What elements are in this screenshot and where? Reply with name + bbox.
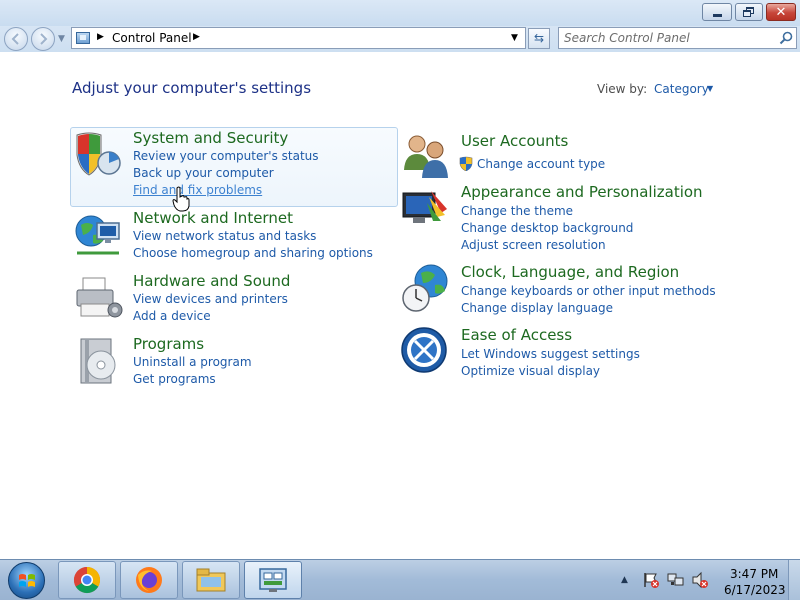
restore-icon bbox=[743, 7, 755, 17]
taskbar-clock-time[interactable]: 3:47 PM bbox=[730, 567, 778, 581]
firefox-icon bbox=[136, 567, 162, 593]
control-panel-icon bbox=[76, 32, 90, 44]
taskbar-firefox-button[interactable] bbox=[120, 561, 178, 599]
close-button[interactable]: ✕ bbox=[766, 3, 796, 21]
chrome-icon bbox=[73, 566, 101, 594]
link-change-desktop-background[interactable]: Change desktop background bbox=[461, 221, 633, 235]
breadcrumb-chevron-icon[interactable]: ▶ bbox=[97, 32, 104, 42]
clock-globe-icon[interactable] bbox=[401, 263, 453, 315]
forward-arrow-icon bbox=[40, 33, 48, 45]
minimize-button[interactable] bbox=[702, 3, 732, 21]
taskbar-control-panel-button[interactable] bbox=[244, 561, 302, 599]
breadcrumb-control-panel[interactable]: Control Panel bbox=[112, 31, 192, 45]
breadcrumb-chevron-icon[interactable]: ▶ bbox=[193, 32, 200, 42]
link-adjust-screen-resolution[interactable]: Adjust screen resolution bbox=[461, 238, 606, 252]
link-let-windows-suggest-settings[interactable]: Let Windows suggest settings bbox=[461, 347, 640, 361]
search-input[interactable] bbox=[564, 30, 774, 46]
monitor-paint-icon[interactable] bbox=[401, 183, 453, 235]
recent-pages-dropdown[interactable]: ▼ bbox=[58, 34, 65, 44]
link-change-display-language[interactable]: Change display language bbox=[461, 301, 613, 315]
link-change-keyboards-input-methods[interactable]: Change keyboards or other input methods bbox=[461, 284, 716, 298]
back-button[interactable] bbox=[4, 27, 28, 51]
link-view-devices-printers[interactable]: View devices and printers bbox=[133, 292, 288, 306]
link-change-account-type[interactable]: Change account type bbox=[477, 157, 605, 171]
link-change-the-theme[interactable]: Change the theme bbox=[461, 204, 573, 218]
address-dropdown-icon[interactable]: ▼ bbox=[511, 33, 518, 43]
action-center-icon[interactable] bbox=[642, 571, 660, 589]
network-icon[interactable] bbox=[667, 571, 685, 589]
search-icon[interactable] bbox=[778, 30, 794, 46]
maximize-button[interactable] bbox=[735, 3, 763, 21]
minimize-icon bbox=[712, 13, 722, 17]
file-explorer-icon bbox=[196, 568, 226, 592]
link-homegroup-sharing-options[interactable]: Choose homegroup and sharing options bbox=[133, 246, 373, 260]
category-title-network-and-internet[interactable]: Network and Internet bbox=[133, 209, 293, 227]
link-view-network-status[interactable]: View network status and tasks bbox=[133, 229, 316, 243]
link-optimize-visual-display[interactable]: Optimize visual display bbox=[461, 364, 600, 378]
link-review-computer-status[interactable]: Review your computer's status bbox=[133, 149, 319, 163]
windows-logo-icon bbox=[19, 574, 35, 587]
view-by-label: View by: bbox=[597, 82, 648, 96]
taskbar-chrome-button[interactable] bbox=[58, 561, 116, 599]
chevron-down-icon[interactable]: ▼ bbox=[707, 84, 713, 93]
navigation-bar: ▼ ▶ Control Panel ▶ ▼ ⇆ bbox=[0, 26, 800, 52]
view-by-dropdown[interactable]: Category bbox=[654, 82, 709, 96]
window-title-bar: ✕ bbox=[0, 0, 800, 26]
show-desktop-button[interactable] bbox=[788, 560, 800, 600]
link-find-and-fix-problems[interactable]: Find and fix problems bbox=[133, 183, 262, 197]
category-title-programs[interactable]: Programs bbox=[133, 335, 204, 353]
uac-shield-icon bbox=[459, 156, 473, 171]
link-uninstall-a-program[interactable]: Uninstall a program bbox=[133, 355, 252, 369]
volume-muted-icon[interactable] bbox=[691, 571, 709, 589]
category-title-user-accounts[interactable]: User Accounts bbox=[461, 132, 568, 150]
users-icon[interactable] bbox=[401, 132, 453, 184]
search-box[interactable] bbox=[558, 27, 797, 49]
category-title-system-and-security[interactable]: System and Security bbox=[133, 129, 288, 147]
hand-cursor-icon bbox=[172, 186, 190, 212]
back-arrow-icon bbox=[11, 33, 19, 45]
category-title-ease-of-access[interactable]: Ease of Access bbox=[461, 326, 572, 344]
refresh-icon: ⇆ bbox=[533, 31, 545, 45]
shield-icon[interactable] bbox=[73, 129, 125, 181]
printer-icon[interactable] bbox=[73, 272, 125, 324]
programs-disc-icon[interactable] bbox=[73, 335, 125, 387]
taskbar: ▲ 3:47 PM 6/17/2023 bbox=[0, 559, 800, 600]
link-add-a-device[interactable]: Add a device bbox=[133, 309, 211, 323]
link-back-up-computer[interactable]: Back up your computer bbox=[133, 166, 274, 180]
control-panel-icon bbox=[259, 568, 287, 592]
address-bar[interactable]: ▶ Control Panel ▶ ▼ bbox=[71, 27, 526, 49]
link-get-programs[interactable]: Get programs bbox=[133, 372, 216, 386]
taskbar-file-explorer-button[interactable] bbox=[182, 561, 240, 599]
close-icon: ✕ bbox=[775, 4, 787, 20]
page-title: Adjust your computer's settings bbox=[72, 79, 312, 97]
forward-button[interactable] bbox=[31, 27, 55, 51]
start-button[interactable] bbox=[8, 562, 45, 599]
category-title-clock-language-region[interactable]: Clock, Language, and Region bbox=[461, 263, 679, 281]
ease-of-access-icon[interactable] bbox=[401, 326, 453, 378]
network-globe-icon[interactable] bbox=[73, 209, 125, 261]
refresh-button[interactable]: ⇆ bbox=[528, 28, 550, 49]
taskbar-clock-date[interactable]: 6/17/2023 bbox=[724, 583, 786, 597]
show-hidden-icons-button[interactable]: ▲ bbox=[621, 575, 628, 585]
category-title-appearance-and-personalization[interactable]: Appearance and Personalization bbox=[461, 183, 703, 201]
category-title-hardware-and-sound[interactable]: Hardware and Sound bbox=[133, 272, 290, 290]
